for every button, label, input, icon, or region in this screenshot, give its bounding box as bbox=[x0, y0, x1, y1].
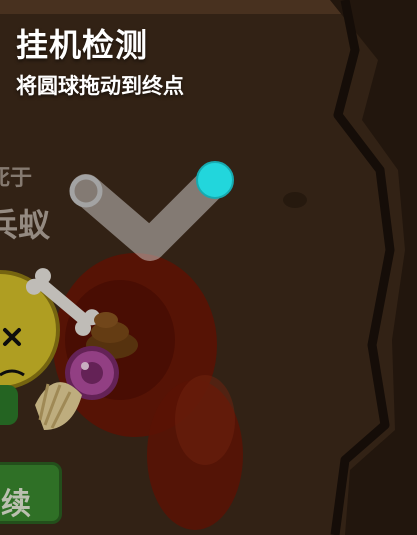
continue-button[interactable]: 续 bbox=[0, 462, 62, 524]
continue-label: 续 bbox=[1, 487, 31, 522]
page-title: 挂机检测 bbox=[16, 26, 149, 64]
game-screen: 死于 兵蚁 续 挂机检测 将圆球拖动到终点 bbox=[0, 0, 417, 535]
drag-ball[interactable] bbox=[196, 161, 234, 199]
killer-name: 兵蚁 bbox=[0, 206, 51, 244]
instruction-text: 将圆球拖动到终点 bbox=[16, 74, 184, 98]
death-text: 死于 bbox=[0, 166, 33, 191]
